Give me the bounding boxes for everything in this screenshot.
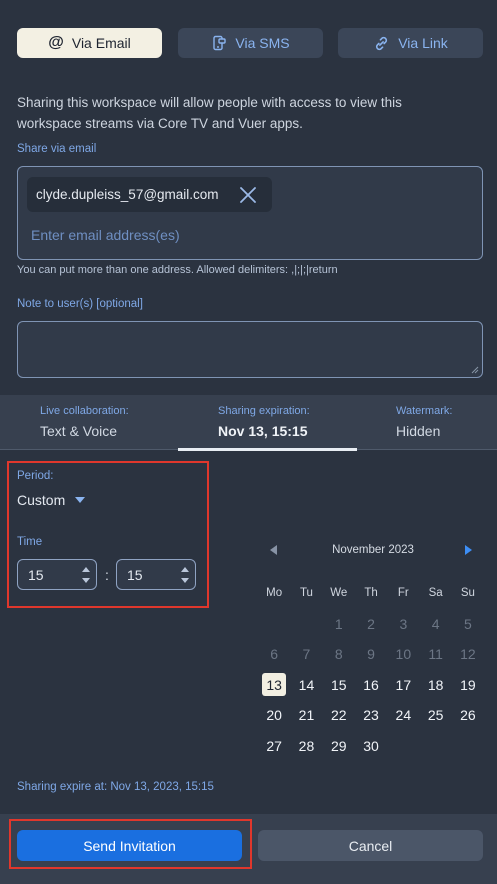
footer-actions: Send Invitation Cancel (0, 814, 497, 884)
empty-day (290, 609, 322, 640)
weekday-header: Sa (428, 587, 443, 600)
calendar-day: 2 (367, 615, 375, 632)
calendar-day[interactable]: 23 (355, 700, 387, 731)
calendar-day[interactable]: 18 (419, 670, 451, 701)
note-field (17, 321, 483, 378)
phone-message-icon (213, 35, 227, 51)
calendar-day[interactable]: 30 (355, 731, 387, 762)
summary-sharing-expiration[interactable]: Sharing expiration: Nov 13, 15:15 (178, 395, 357, 451)
watermark-value: Hidden (396, 423, 441, 439)
cancel-button[interactable]: Cancel (258, 830, 483, 861)
selected-tab-underline (178, 448, 357, 451)
calendar-day[interactable]: 15 (323, 670, 355, 701)
note-label: Note to user(s) [optional] (17, 298, 143, 310)
calendar-header: November 2023 (262, 540, 484, 562)
calendar-day[interactable]: 26 (452, 700, 484, 731)
weekday-header: We (330, 587, 348, 600)
time-label: Time (17, 536, 43, 548)
caret-down-icon (75, 496, 86, 503)
empty-day (258, 609, 290, 640)
tab-via-sms-label: Via SMS (235, 35, 290, 51)
calendar-day[interactable]: 27 (258, 731, 290, 762)
calendar-day[interactable]: 25 (419, 700, 451, 731)
calendar-day: 10 (395, 646, 412, 663)
calendar-day: 7 (302, 646, 311, 663)
hour-stepper[interactable]: 15 (17, 559, 97, 590)
next-month-icon[interactable] (465, 545, 472, 555)
tab-via-sms[interactable]: Via SMS (178, 28, 323, 58)
period-label: Period: (17, 470, 54, 482)
calendar-day: 8 (334, 646, 343, 663)
email-input[interactable] (31, 227, 471, 243)
calendar-day: 1 (334, 615, 343, 632)
calendar-day: 12 (460, 646, 476, 663)
watermark-title: Watermark: (396, 405, 453, 417)
calendar-day[interactable]: 29 (323, 731, 355, 762)
weekday-header: Fr (397, 587, 409, 600)
selected-day-label: 13 (262, 673, 287, 697)
share-via-email-label: Share via email (17, 143, 97, 155)
period-value: Custom (17, 492, 66, 508)
share-method-tabs: @ Via Email Via SMS Via Link (17, 28, 483, 58)
calendar-day[interactable]: 24 (387, 700, 419, 731)
resize-handle-icon[interactable] (471, 366, 479, 374)
tab-via-link[interactable]: Via Link (338, 28, 483, 58)
email-recipients-field[interactable]: clyde.dupleiss_57@gmail.com (17, 166, 483, 260)
tab-via-link-label: Via Link (398, 35, 448, 51)
sharing-description: Sharing this workspace will allow people… (17, 95, 402, 131)
live-collaboration-value: Text & Voice (40, 423, 118, 439)
calendar-day[interactable]: 17 (387, 670, 419, 701)
minute-stepper[interactable]: 15 (116, 559, 196, 590)
period-select[interactable]: Custom (17, 492, 86, 508)
sharing-expire-text: Sharing expire at: Nov 13, 2023, 15:15 (17, 781, 214, 793)
calendar-grid: Mo Tu We Th Fr Sa Su 1 2 3 4 5 6 7 8 9 10 11 12 13 14 15 16 17 1… (258, 578, 484, 761)
email-delimiter-hint: You can put more than one address. Allow… (17, 264, 338, 276)
tab-via-email-label: Via Email (71, 35, 131, 51)
calendar-month: November 2023 (332, 544, 414, 556)
calendar-day: 6 (270, 646, 279, 663)
link-icon (376, 36, 388, 50)
stepper-arrows-icon[interactable] (82, 566, 90, 584)
sharing-expiration-value: Nov 13, 15:15 (218, 423, 308, 439)
time-separator: : (105, 567, 109, 583)
settings-summary-bar: Live collaboration: Text & Voice Sharing… (0, 395, 497, 451)
weekday-header: Tu (299, 587, 313, 600)
calendar-day[interactable]: 21 (290, 700, 322, 731)
live-collaboration-title: Live collaboration: (40, 405, 129, 417)
calendar-day: 4 (431, 615, 440, 632)
hour-value: 15 (28, 567, 44, 583)
calendar-day[interactable]: 16 (355, 670, 387, 701)
note-textarea[interactable] (18, 322, 482, 377)
calendar-day-selected[interactable]: 13 (258, 670, 290, 701)
remove-email-icon[interactable] (238, 185, 258, 205)
send-invitation-button[interactable]: Send Invitation (17, 830, 242, 861)
email-chip: clyde.dupleiss_57@gmail.com (27, 177, 272, 212)
calendar-day[interactable]: 28 (290, 731, 322, 762)
weekday-header: Su (460, 587, 475, 600)
calendar-day: 3 (399, 615, 408, 632)
weekday-header: Mo (266, 587, 283, 600)
email-chip-text: clyde.dupleiss_57@gmail.com (36, 187, 219, 202)
calendar-day: 9 (367, 646, 375, 663)
calendar-day[interactable]: 19 (452, 670, 484, 701)
calendar-day: 11 (428, 646, 443, 663)
calendar-day: 5 (464, 615, 472, 632)
minute-value: 15 (127, 567, 143, 583)
calendar-day[interactable]: 22 (323, 700, 355, 731)
calendar-day[interactable]: 20 (258, 700, 290, 731)
at-icon: @ (48, 34, 64, 51)
stepper-arrows-icon[interactable] (181, 566, 189, 584)
sharing-expiration-title: Sharing expiration: (218, 405, 310, 417)
tab-via-email[interactable]: @ Via Email (17, 28, 162, 58)
weekday-header: Th (364, 587, 378, 600)
calendar-day[interactable]: 14 (290, 670, 322, 701)
